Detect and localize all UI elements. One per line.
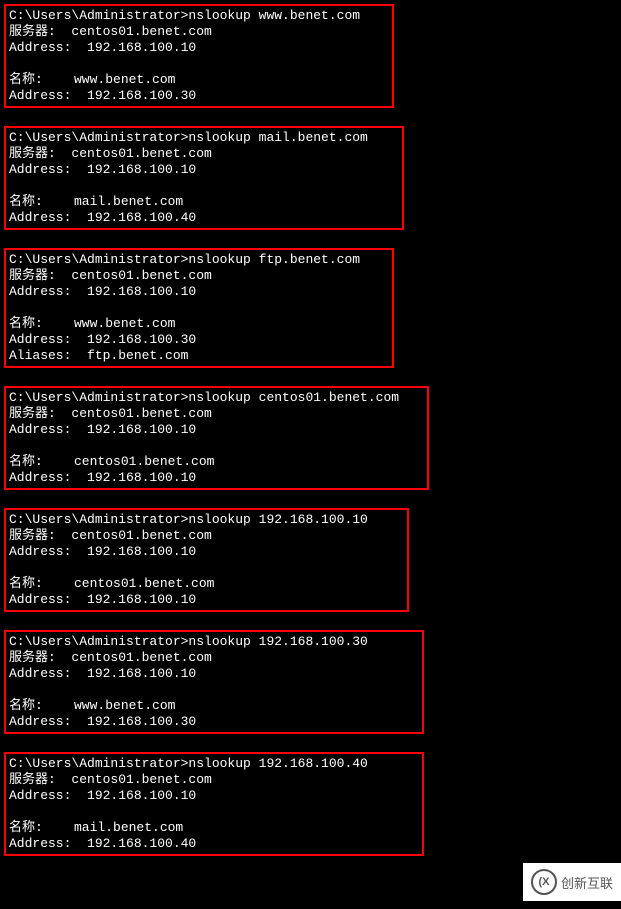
blank-line [9, 804, 419, 820]
name-line: 名称: centos01.benet.com [9, 454, 424, 470]
address-line: Address: 192.168.100.10 [9, 788, 419, 804]
name-line: 名称: www.benet.com [9, 316, 389, 332]
address-line: Address: 192.168.100.30 [9, 714, 419, 730]
watermark-text: 创新互联 [561, 873, 613, 892]
server-line: 服务器: centos01.benet.com [9, 268, 389, 284]
blank-line [9, 560, 404, 576]
address-line: Address: 192.168.100.30 [9, 332, 389, 348]
nslookup-result-block: C:\Users\Administrator>nslookup 192.168.… [4, 630, 424, 734]
nslookup-result-block: C:\Users\Administrator>nslookup centos01… [4, 386, 429, 490]
prompt-line: C:\Users\Administrator>nslookup centos01… [9, 390, 424, 406]
address-line: Address: 192.168.100.10 [9, 40, 389, 56]
prompt-line: C:\Users\Administrator>nslookup mail.ben… [9, 130, 399, 146]
blank-line [9, 682, 419, 698]
name-line: 名称: mail.benet.com [9, 820, 419, 836]
watermark-logo-icon: (X [531, 869, 557, 895]
address-line: Address: 192.168.100.10 [9, 422, 424, 438]
server-line: 服务器: centos01.benet.com [9, 650, 419, 666]
nslookup-result-block: C:\Users\Administrator>nslookup ftp.bene… [4, 248, 394, 368]
address-line: Address: 192.168.100.30 [9, 88, 389, 104]
prompt-line: C:\Users\Administrator>nslookup 192.168.… [9, 634, 419, 650]
nslookup-result-block: C:\Users\Administrator>nslookup www.bene… [4, 4, 394, 108]
address-line: Address: 192.168.100.10 [9, 162, 399, 178]
blank-line [9, 56, 389, 72]
prompt-line: C:\Users\Administrator>nslookup 192.168.… [9, 756, 419, 772]
name-line: 名称: centos01.benet.com [9, 576, 404, 592]
prompt-line: C:\Users\Administrator>nslookup www.bene… [9, 8, 389, 24]
address-line: Address: 192.168.100.10 [9, 284, 389, 300]
address-line: Address: 192.168.100.10 [9, 592, 404, 608]
name-line: 名称: www.benet.com [9, 698, 419, 714]
blank-line [9, 438, 424, 454]
server-line: 服务器: centos01.benet.com [9, 406, 424, 422]
server-line: 服务器: centos01.benet.com [9, 146, 399, 162]
name-line: 名称: mail.benet.com [9, 194, 399, 210]
address-line: Address: 192.168.100.10 [9, 470, 424, 486]
address-line: Address: 192.168.100.40 [9, 210, 399, 226]
server-line: 服务器: centos01.benet.com [9, 772, 419, 788]
nslookup-result-block: C:\Users\Administrator>nslookup 192.168.… [4, 752, 424, 856]
prompt-line: C:\Users\Administrator>nslookup 192.168.… [9, 512, 404, 528]
prompt-line: C:\Users\Administrator>nslookup ftp.bene… [9, 252, 389, 268]
blank-line [9, 300, 389, 316]
nslookup-result-block: C:\Users\Administrator>nslookup mail.ben… [4, 126, 404, 230]
nslookup-result-block: C:\Users\Administrator>nslookup 192.168.… [4, 508, 409, 612]
address-line: Address: 192.168.100.40 [9, 836, 419, 852]
blank-line [9, 178, 399, 194]
server-line: 服务器: centos01.benet.com [9, 24, 389, 40]
aliases-line: Aliases: ftp.benet.com [9, 348, 389, 364]
name-line: 名称: www.benet.com [9, 72, 389, 88]
address-line: Address: 192.168.100.10 [9, 544, 404, 560]
server-line: 服务器: centos01.benet.com [9, 528, 404, 544]
address-line: Address: 192.168.100.10 [9, 666, 419, 682]
watermark: (X 创新互联 [523, 863, 621, 901]
